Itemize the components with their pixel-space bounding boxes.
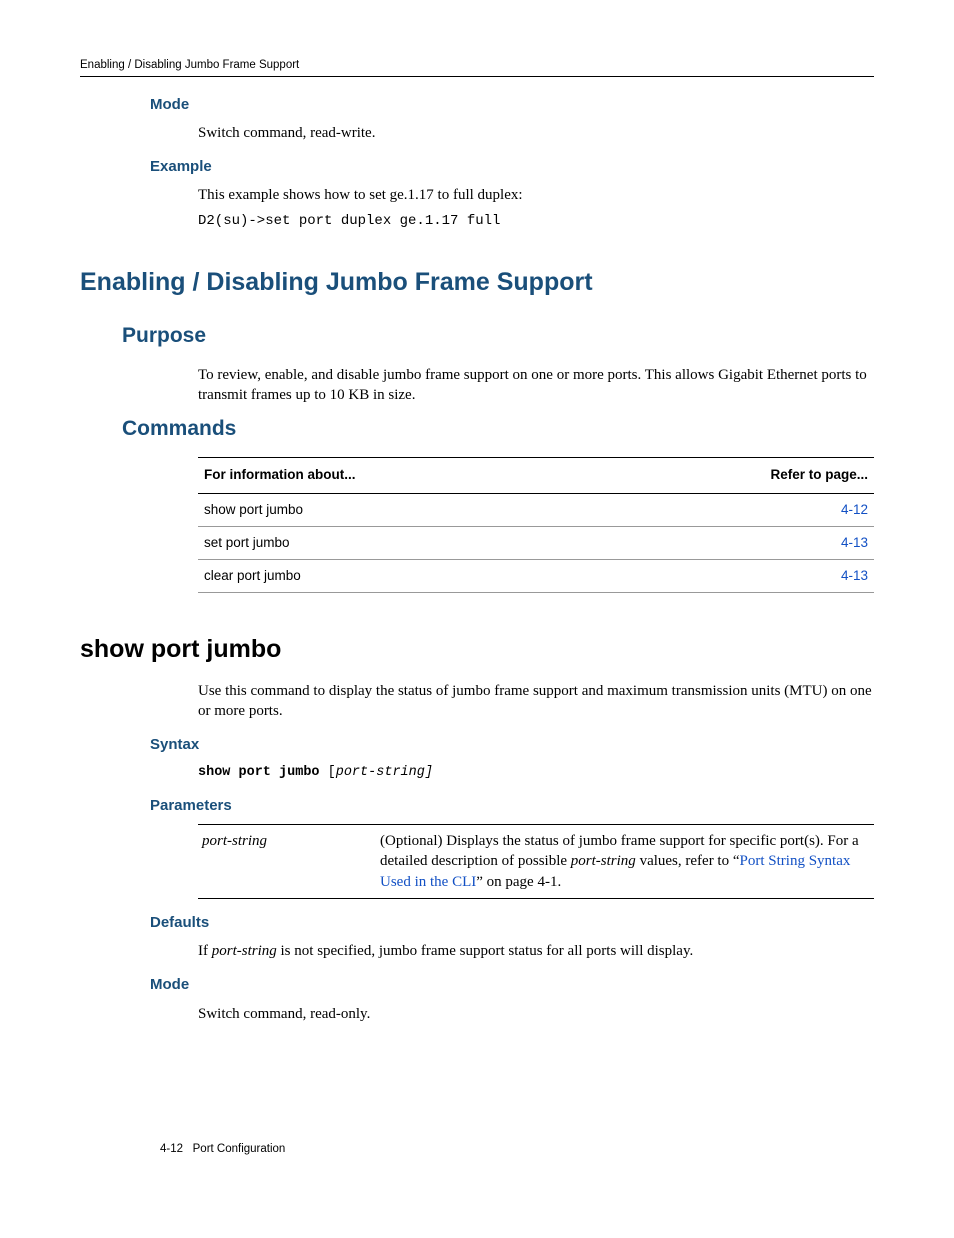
footer-page-number: 4-12 [160,1143,183,1155]
syntax-bracket: [ [320,765,336,780]
param-description: (Optional) Displays the status of jumbo … [376,825,874,899]
heading-mode-2: Mode [150,975,874,995]
command-name: clear port jumbo [198,560,603,593]
heading-mode: Mode [150,95,874,115]
mode-text: Switch command, read-write. [198,123,874,143]
running-header: Enabling / Disabling Jumbo Frame Support [80,58,874,77]
page-footer: 4-12 Port Configuration [160,1142,285,1158]
syntax-argument: port-string] [336,765,433,780]
example-code: D2(su)->set port duplex ge.1.17 full [198,212,874,231]
mode-text-2: Switch command, read-only. [198,1004,874,1024]
commands-table: For information about... Refer to page..… [198,457,874,593]
heading-commands: Commands [122,415,874,443]
syntax-line: show port jumbo [port-string] [198,764,874,782]
page-link[interactable]: 4-12 [841,502,868,517]
heading-defaults: Defaults [150,913,874,933]
page-link[interactable]: 4-13 [841,535,868,550]
purpose-text: To review, enable, and disable jumbo fra… [198,365,874,406]
section-heading-jumbo: Enabling / Disabling Jumbo Frame Support [80,266,874,300]
footer-section-name: Port Configuration [193,1143,286,1155]
command-name: set port jumbo [198,526,603,559]
table-row: set port jumbo 4-13 [198,526,874,559]
parameters-table: port-string (Optional) Displays the stat… [198,824,874,899]
defaults-text: If port-string is not specified, jumbo f… [198,941,874,961]
command-description: Use this command to display the status o… [198,681,874,722]
heading-syntax: Syntax [150,735,874,755]
heading-purpose: Purpose [122,322,874,350]
table-row: clear port jumbo 4-13 [198,560,874,593]
command-name: show port jumbo [198,493,603,526]
table-header-info: For information about... [198,458,603,493]
heading-parameters: Parameters [150,796,874,816]
page-link[interactable]: 4-13 [841,568,868,583]
command-heading-show-port-jumbo: show port jumbo [80,633,874,667]
table-header-page: Refer to page... [603,458,874,493]
heading-example: Example [150,157,874,177]
param-name: port-string [198,825,376,899]
syntax-keyword: show port jumbo [198,765,320,780]
table-row: show port jumbo 4-12 [198,493,874,526]
example-text: This example shows how to set ge.1.17 to… [198,185,874,205]
